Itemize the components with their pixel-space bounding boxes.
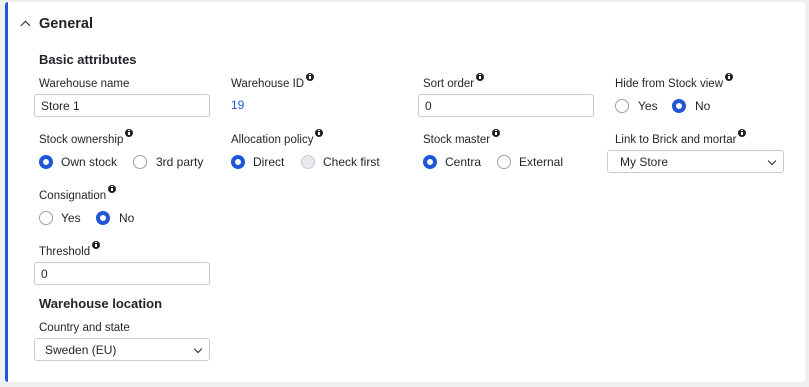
- allocation-policy-label: Allocation policy: [231, 129, 324, 146]
- info-icon[interactable]: [306, 73, 315, 81]
- centra-radio[interactable]: [423, 155, 437, 169]
- country-state-select[interactable]: Sweden (EU): [34, 338, 210, 361]
- direct-radio[interactable]: [231, 155, 245, 169]
- threshold-input[interactable]: 0: [34, 262, 210, 285]
- info-icon[interactable]: [738, 129, 747, 137]
- info-icon[interactable]: [108, 185, 117, 193]
- sort-order-input[interactable]: 0: [418, 94, 594, 117]
- section-title: General: [39, 16, 93, 32]
- external-label: External: [519, 155, 564, 169]
- own-stock-label: Own stock: [61, 155, 118, 169]
- consignation-no-radio[interactable]: [96, 211, 110, 225]
- consignation-yes-radio[interactable]: [39, 211, 53, 225]
- info-icon[interactable]: [92, 241, 101, 249]
- stock-master-label: Stock master: [423, 129, 501, 146]
- third-party-label: 3rd party: [156, 155, 204, 169]
- consignation-no-label: No: [119, 211, 135, 225]
- warehouse-name-input[interactable]: Store 1: [34, 94, 210, 117]
- centra-label: Centra: [445, 155, 482, 169]
- hide-stock-view-label: Hide from Stock view: [615, 73, 734, 90]
- stock-ownership-label: Stock ownership: [39, 129, 134, 146]
- own-stock-radio[interactable]: [39, 155, 53, 169]
- collapse-chevron-up-icon[interactable]: [20, 20, 31, 31]
- link-brick-select[interactable]: My Store: [607, 150, 784, 173]
- hide-stock-yes-label: Yes: [638, 99, 658, 113]
- warehouse-id-label: Warehouse ID: [231, 73, 315, 90]
- consignation-yes-label: Yes: [61, 211, 81, 225]
- info-icon[interactable]: [725, 73, 734, 81]
- threshold-label: Threshold: [39, 241, 101, 258]
- chevron-down-icon: [767, 156, 777, 166]
- info-icon[interactable]: [476, 73, 485, 81]
- hide-stock-yes-radio[interactable]: [615, 99, 629, 113]
- sort-order-label: Sort order: [423, 73, 485, 90]
- basic-attributes-heading: Basic attributes: [39, 52, 137, 67]
- info-icon[interactable]: [315, 129, 324, 137]
- chevron-down-icon: [193, 344, 203, 354]
- warehouse-name-label: Warehouse name: [39, 78, 130, 90]
- hide-stock-no-label: No: [695, 99, 711, 113]
- third-party-radio[interactable]: [133, 155, 147, 169]
- direct-label: Direct: [253, 155, 285, 169]
- info-icon[interactable]: [492, 129, 501, 137]
- external-radio[interactable]: [497, 155, 511, 169]
- general-panel: General Basic attributes Warehouse name …: [5, 2, 805, 382]
- country-state-label: Country and state: [39, 322, 130, 334]
- link-brick-label: Link to Brick and mortar: [615, 129, 747, 146]
- warehouse-location-heading: Warehouse location: [39, 296, 163, 311]
- link-brick-value: My Store: [620, 155, 669, 169]
- consignation-label: Consignation: [39, 185, 117, 202]
- warehouse-id-value: 19: [231, 98, 245, 112]
- check-first-radio: [301, 155, 315, 169]
- hide-stock-no-radio[interactable]: [672, 99, 686, 113]
- country-state-value: Sweden (EU): [45, 343, 117, 357]
- check-first-label: Check first: [323, 155, 380, 169]
- info-icon[interactable]: [125, 129, 134, 137]
